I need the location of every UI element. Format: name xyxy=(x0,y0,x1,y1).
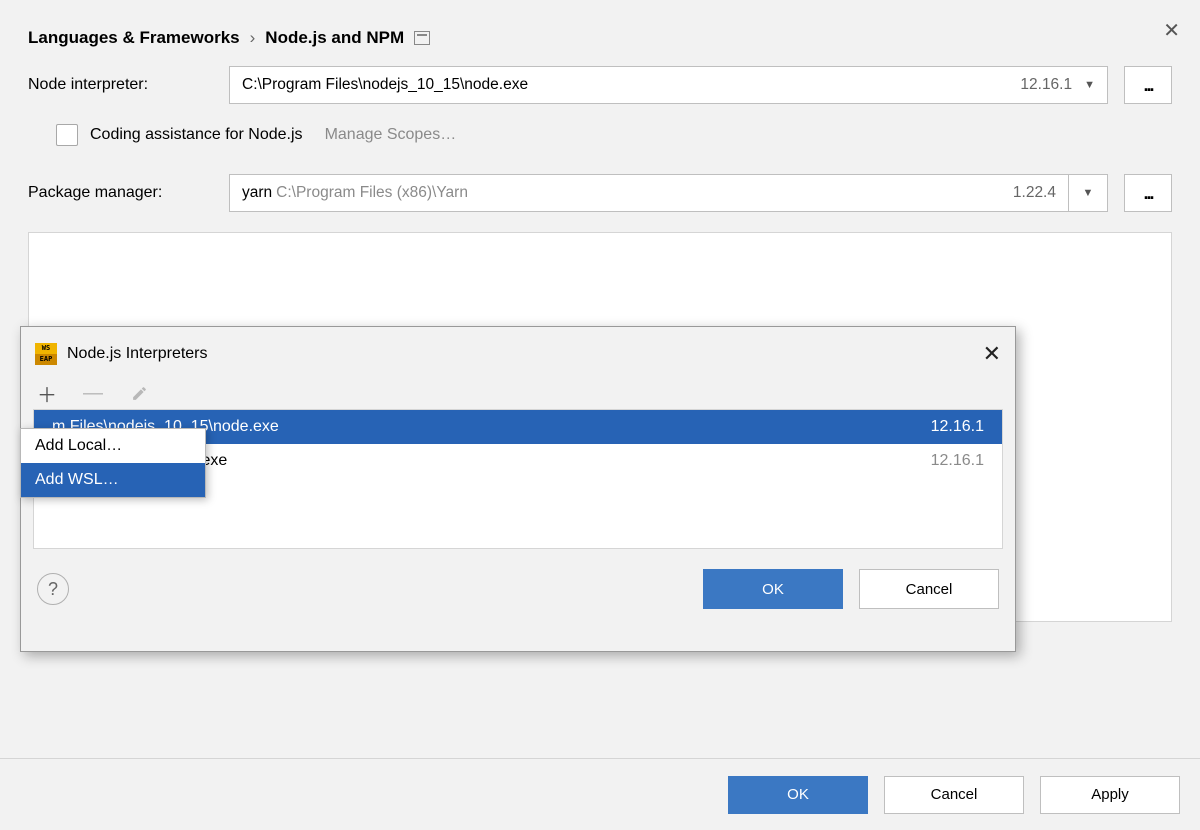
form-area: Node interpreter: C:\Program Files\nodej… xyxy=(0,66,1200,212)
remove-icon: — xyxy=(83,383,103,403)
breadcrumb-current: Node.js and NPM xyxy=(265,28,404,48)
breadcrumb: Languages & Frameworks › Node.js and NPM xyxy=(0,0,1200,66)
package-manager-value: yarn xyxy=(242,184,272,202)
chevron-right-icon: › xyxy=(250,28,256,48)
manage-scopes-link[interactable]: Manage Scopes… xyxy=(325,126,457,144)
ok-button[interactable]: OK xyxy=(703,569,843,609)
package-manager-version: 1.22.4 xyxy=(1013,184,1056,202)
node-interpreter-version: 12.16.1 xyxy=(1020,76,1072,94)
webstorm-eap-icon: WS EAP xyxy=(35,343,57,365)
package-manager-row: Package manager: yarn C:\Program Files (… xyxy=(28,174,1172,212)
interpreters-title: Node.js Interpreters xyxy=(67,345,208,363)
node-interpreter-select[interactable]: C:\Program Files\nodejs_10_15\node.exe 1… xyxy=(229,66,1108,104)
coding-assistance-row: Coding assistance for Node.js Manage Sco… xyxy=(56,124,1172,146)
node-interpreter-label: Node interpreter: xyxy=(28,76,213,94)
package-manager-path: C:\Program Files (x86)\Yarn xyxy=(276,184,468,202)
cancel-button[interactable]: Cancel xyxy=(859,569,999,609)
cancel-button[interactable]: Cancel xyxy=(884,776,1024,814)
package-manager-label: Package manager: xyxy=(28,184,213,202)
package-manager-dropdown-button[interactable]: ▼ xyxy=(1068,174,1108,212)
node-interpreter-value: C:\Program Files\nodejs_10_15\node.exe xyxy=(242,76,528,94)
interpreters-titlebar: WS EAP Node.js Interpreters ✕ xyxy=(21,327,1015,375)
scope-icon[interactable] xyxy=(414,31,430,45)
close-icon[interactable]: ✕ xyxy=(1163,18,1180,43)
interpreter-version: 12.16.1 xyxy=(931,452,984,470)
add-icon[interactable]: ＋ xyxy=(37,383,57,403)
breadcrumb-parent[interactable]: Languages & Frameworks xyxy=(28,28,240,48)
package-manager-select[interactable]: yarn C:\Program Files (x86)\Yarn 1.22.4 xyxy=(229,174,1068,212)
interpreter-version: 12.16.1 xyxy=(931,418,984,436)
chevron-down-icon: ▼ xyxy=(1083,187,1094,199)
close-icon[interactable]: ✕ xyxy=(983,341,1001,367)
dialog-footer: OK Cancel Apply xyxy=(0,758,1200,830)
node-interpreter-row: Node interpreter: C:\Program Files\nodej… xyxy=(28,66,1172,104)
chevron-down-icon: ▼ xyxy=(1084,79,1095,91)
package-manager-select-wrap: yarn C:\Program Files (x86)\Yarn 1.22.4 … xyxy=(229,174,1108,212)
edit-icon xyxy=(129,383,149,403)
package-manager-browse-button[interactable]: ... xyxy=(1124,174,1172,212)
node-interpreter-browse-button[interactable]: ... xyxy=(1124,66,1172,104)
coding-assistance-label: Coding assistance for Node.js xyxy=(90,126,303,144)
interpreters-toolbar: ＋ — xyxy=(21,375,1015,409)
apply-button[interactable]: Apply xyxy=(1040,776,1180,814)
interpreters-footer: ? OK Cancel xyxy=(21,549,1015,609)
menu-item-add-local[interactable]: Add Local… xyxy=(21,429,205,463)
ok-button[interactable]: OK xyxy=(728,776,868,814)
menu-item-add-wsl[interactable]: Add WSL… xyxy=(21,463,205,497)
coding-assistance-checkbox[interactable] xyxy=(56,124,78,146)
add-interpreter-menu: Add Local… Add WSL… xyxy=(20,428,206,498)
help-icon[interactable]: ? xyxy=(37,573,69,605)
